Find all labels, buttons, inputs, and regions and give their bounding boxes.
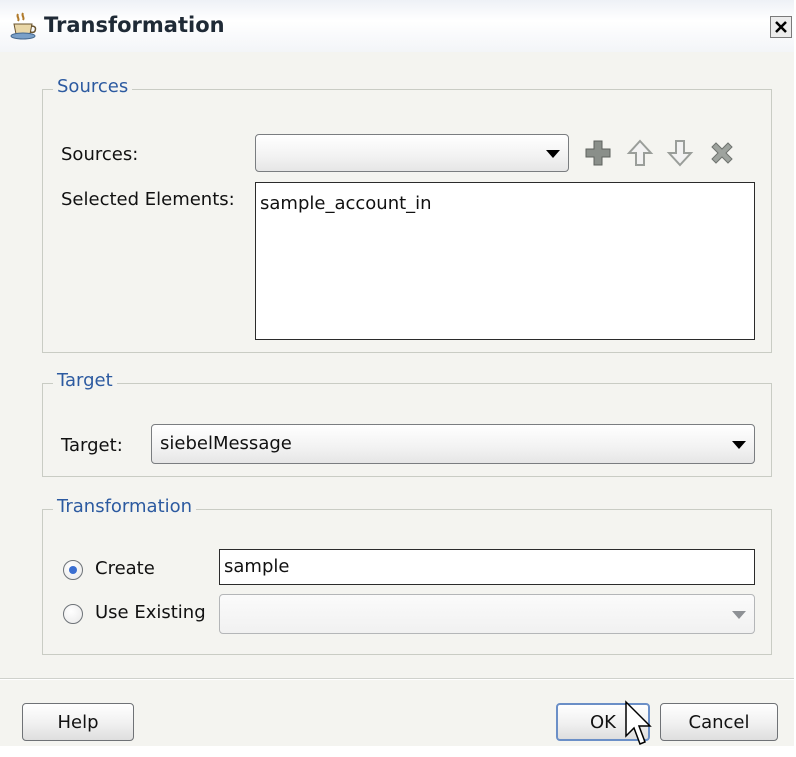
coffee-cup-icon — [10, 12, 37, 40]
create-radio[interactable] — [63, 560, 83, 580]
target-label: Target: — [61, 435, 123, 456]
cancel-button[interactable]: Cancel — [660, 703, 778, 741]
help-button[interactable]: Help — [22, 703, 134, 741]
target-combo[interactable]: siebelMessage — [151, 424, 755, 464]
target-group: Target Target: siebelMessage — [42, 370, 772, 477]
close-button[interactable] — [770, 16, 792, 38]
sources-combo[interactable] — [255, 134, 569, 172]
create-name-value: sample — [224, 556, 290, 577]
mouse-cursor-icon — [625, 700, 652, 745]
create-name-input[interactable]: sample — [219, 549, 755, 585]
dialog-content: Sources Sources: Selected Elements: samp… — [0, 52, 794, 746]
move-down-icon[interactable] — [665, 138, 695, 168]
remove-icon[interactable] — [707, 138, 737, 168]
use-existing-combo[interactable] — [219, 594, 755, 634]
button-bar-separator — [0, 678, 794, 680]
selected-elements-label: Selected Elements: — [61, 189, 235, 210]
window-title: Transformation — [44, 13, 225, 37]
sources-legend: Sources — [53, 76, 133, 97]
target-legend: Target — [53, 370, 117, 391]
use-existing-label[interactable]: Use Existing — [95, 602, 206, 623]
sources-label: Sources: — [61, 144, 139, 165]
chevron-down-icon — [732, 611, 746, 619]
title-bar[interactable]: Transformation — [0, 0, 794, 53]
close-icon — [775, 21, 787, 33]
transformation-group: Transformation Create sample Use Existin… — [42, 496, 772, 655]
use-existing-radio[interactable] — [63, 604, 83, 624]
transformation-dialog: Transformation Sources Sources: Selected… — [0, 0, 794, 746]
list-item[interactable]: sample_account_in — [260, 193, 432, 214]
create-label[interactable]: Create — [95, 558, 155, 579]
transformation-legend: Transformation — [53, 496, 197, 517]
chevron-down-icon — [732, 441, 746, 449]
sources-group: Sources Sources: Selected Elements: samp… — [42, 76, 772, 353]
target-combo-value: siebelMessage — [160, 433, 292, 454]
radio-selected-dot — [69, 566, 77, 574]
move-up-icon[interactable] — [625, 138, 655, 168]
selected-elements-list[interactable]: sample_account_in — [255, 182, 755, 340]
add-icon[interactable] — [583, 138, 613, 168]
chevron-down-icon — [546, 150, 560, 158]
